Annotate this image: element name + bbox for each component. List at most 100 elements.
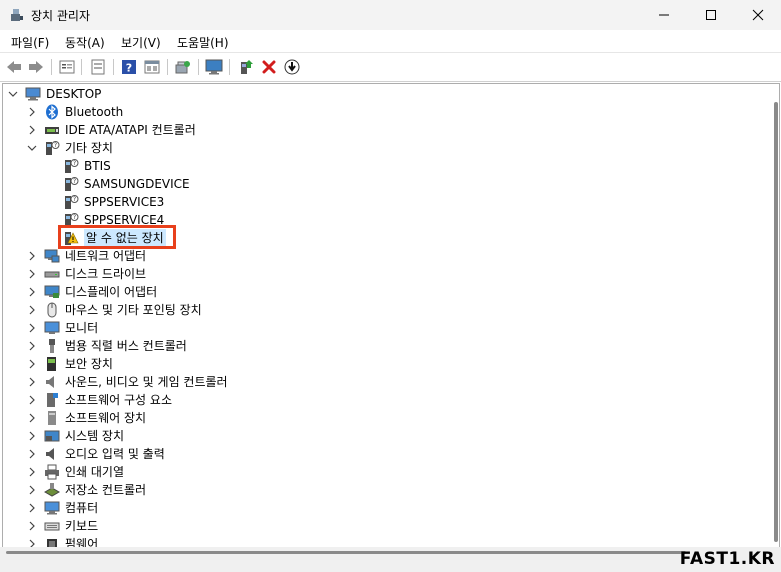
chevron-right-icon[interactable] <box>27 283 37 301</box>
tree-item-software-device[interactable]: 소프트웨어 장치 <box>3 409 763 427</box>
menu-view[interactable]: 보기(V) <box>121 34 161 51</box>
chevron-right-icon[interactable] <box>27 121 37 139</box>
chevron-right-icon[interactable] <box>27 337 37 355</box>
close-icon <box>752 9 764 21</box>
minimize-button[interactable] <box>641 0 687 30</box>
tree-item-keyboard[interactable]: 키보드 <box>3 517 763 535</box>
tree-item-disk-drive[interactable]: 디스크 드라이브 <box>3 265 763 283</box>
tree-item-display-adapter[interactable]: 디스플레이 어댑터 <box>3 283 763 301</box>
tree-item-monitor[interactable]: 모니터 <box>3 319 763 337</box>
monitor-icon[interactable] <box>205 58 223 76</box>
highlight-box <box>58 225 176 249</box>
enable-icon[interactable] <box>237 58 255 76</box>
svg-text:?: ? <box>73 178 76 185</box>
back-icon[interactable] <box>5 58 23 76</box>
chevron-right-icon[interactable] <box>27 247 37 265</box>
tree-item-label: 디스크 드라이브 <box>65 267 147 281</box>
tree-item-label: BTIS <box>84 159 111 173</box>
close-button[interactable] <box>735 0 781 30</box>
chevron-right-icon[interactable] <box>27 445 37 463</box>
tree-item-label: 사운드, 비디오 및 게임 컨트롤러 <box>65 375 228 389</box>
chevron-right-icon[interactable] <box>27 499 37 517</box>
tree-item-samsungdevice[interactable]: ? SAMSUNGDEVICE <box>3 175 763 193</box>
tree-item-label: SAMSUNGDEVICE <box>84 177 190 191</box>
chevron-right-icon[interactable] <box>27 409 37 427</box>
tree-item-label: 키보드 <box>65 519 99 533</box>
tree-item-btis[interactable]: ? BTIS <box>3 157 763 175</box>
computer-icon <box>25 86 41 102</box>
tree-item-other-devices[interactable]: ? 기타 장치 <box>3 139 763 157</box>
chevron-down-icon[interactable] <box>8 85 18 103</box>
tree-item-label: SPPSERVICE3 <box>84 195 165 209</box>
tree-item-security-device[interactable]: 보안 장치 <box>3 355 763 373</box>
tree-root-label: DESKTOP <box>46 87 102 101</box>
tree-item-label: 마우스 및 기타 포인팅 장치 <box>65 303 202 317</box>
tree-item-sound[interactable]: 사운드, 비디오 및 게임 컨트롤러 <box>3 373 763 391</box>
tree-item-audio-io[interactable]: 오디오 입력 및 출력 <box>3 445 763 463</box>
storage-controller-icon <box>44 482 60 498</box>
tree-item-sppservice3[interactable]: ? SPPSERVICE3 <box>3 193 763 211</box>
properties-icon[interactable] <box>58 58 76 76</box>
tree-item-mouse[interactable]: 마우스 및 기타 포인팅 장치 <box>3 301 763 319</box>
forward-icon[interactable] <box>27 58 45 76</box>
tree-item-system-device[interactable]: 시스템 장치 <box>3 427 763 445</box>
tree-item-bluetooth[interactable]: Bluetooth <box>3 103 763 121</box>
vertical-scrollbar-thumb[interactable] <box>774 102 778 542</box>
tree-item-label: IDE ATA/ATAPI 컨트롤러 <box>65 123 196 137</box>
tree-item-label: 네트워크 어댑터 <box>65 249 147 263</box>
sound-icon <box>44 374 60 390</box>
tree-item-computer[interactable]: 컴퓨터 <box>3 499 763 517</box>
display-adapter-icon <box>44 284 60 300</box>
uninstall-icon[interactable] <box>260 58 278 76</box>
tree-item-network-adapter[interactable]: 네트워크 어댑터 <box>3 247 763 265</box>
toolbar: ? <box>0 53 781 82</box>
chevron-right-icon[interactable] <box>27 481 37 499</box>
menu-help[interactable]: 도움말(H) <box>177 34 229 51</box>
tree-item-usb[interactable]: 범용 직렬 버스 컨트롤러 <box>3 337 763 355</box>
tree-item-storage-controller[interactable]: 저장소 컨트롤러 <box>3 481 763 499</box>
chevron-down-icon[interactable] <box>27 139 37 157</box>
view-icon[interactable] <box>143 58 161 76</box>
tree-item-ide-controller[interactable]: IDE ATA/ATAPI 컨트롤러 <box>3 121 763 139</box>
chevron-right-icon[interactable] <box>27 103 37 121</box>
scan-hardware-icon[interactable] <box>174 58 192 76</box>
chevron-right-icon[interactable] <box>27 355 37 373</box>
disk-drive-icon <box>44 266 60 282</box>
svg-text:?: ? <box>54 142 57 149</box>
chevron-right-icon[interactable] <box>27 427 37 445</box>
chevron-right-icon[interactable] <box>27 463 37 481</box>
tree-item-printer[interactable]: 인쇄 대기열 <box>3 463 763 481</box>
tree-item-label: 오디오 입력 및 출력 <box>65 447 165 461</box>
chevron-right-icon[interactable] <box>27 391 37 409</box>
chevron-right-icon[interactable] <box>27 517 37 535</box>
help-icon[interactable]: ? <box>120 58 138 76</box>
update-driver-icon[interactable] <box>283 58 301 76</box>
watermark: FAST1.KR <box>679 549 775 569</box>
svg-text:?: ? <box>126 62 132 75</box>
tree-item-software-component[interactable]: 소프트웨어 구성 요소 <box>3 391 763 409</box>
bluetooth-icon <box>44 104 60 120</box>
menu-file[interactable]: 파일(F) <box>11 34 49 51</box>
chevron-right-icon[interactable] <box>27 265 37 283</box>
chevron-right-icon[interactable] <box>27 373 37 391</box>
monitor-icon <box>44 320 60 336</box>
chevron-right-icon[interactable] <box>27 301 37 319</box>
tree-item-label: 디스플레이 어댑터 <box>65 285 158 299</box>
vertical-scrollbar[interactable] <box>772 102 778 542</box>
title-bar[interactable]: 장치 관리자 <box>0 0 781 30</box>
horizontal-scrollbar[interactable] <box>6 551 686 554</box>
tree-root[interactable]: DESKTOP <box>3 85 763 103</box>
menu-action[interactable]: 동작(A) <box>65 34 105 51</box>
chevron-right-icon[interactable] <box>27 319 37 337</box>
maximize-button[interactable] <box>688 0 734 30</box>
software-device-icon <box>44 410 60 426</box>
printer-icon <box>44 464 60 480</box>
minimize-icon <box>659 14 669 16</box>
device-tree[interactable]: DESKTOP Bluetooth IDE ATA/ATAPI 컨트롤러 ? 기… <box>2 83 780 548</box>
show-hidden-icon[interactable] <box>89 58 107 76</box>
tree-item-label: 소프트웨어 장치 <box>65 411 147 425</box>
security-device-icon <box>44 356 60 372</box>
software-component-icon <box>44 392 60 408</box>
system-device-icon <box>44 428 60 444</box>
tree-item-label: Bluetooth <box>65 105 124 119</box>
